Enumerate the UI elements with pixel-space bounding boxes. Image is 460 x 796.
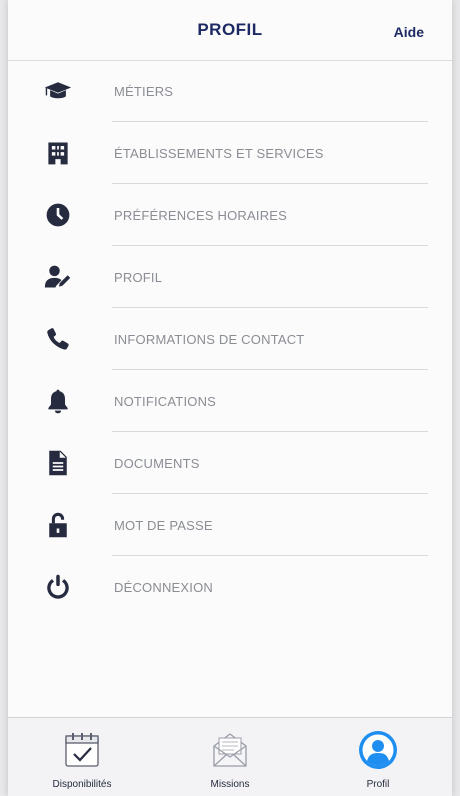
unlock-icon: [38, 505, 78, 545]
menu-item-label: MÉTIERS: [114, 83, 174, 99]
tab-label: Profil: [366, 779, 390, 790]
phone-screen: PROFIL Aide MÉTIERS ÉTABLISSEMENTS ET SE…: [8, 0, 452, 796]
menu-item-informations-contact[interactable]: INFORMATIONS DE CONTACT: [8, 308, 452, 370]
document-icon: [38, 443, 78, 483]
bottom-tab-bar: Disponibilités Missions Profil: [8, 717, 452, 796]
menu-item-profil[interactable]: PROFIL: [8, 246, 452, 308]
menu-item-notifications[interactable]: NOTIFICATIONS: [8, 370, 452, 432]
tab-disponibilites[interactable]: Disponibilités: [8, 718, 156, 796]
user-edit-icon: [38, 257, 78, 297]
profile-menu: MÉTIERS ÉTABLISSEMENTS ET SERVICES PRÉFÉ…: [8, 60, 452, 618]
calendar-check-icon: [65, 733, 99, 767]
building-icon: [38, 133, 78, 173]
menu-item-label: INFORMATIONS DE CONTACT: [114, 331, 305, 347]
menu-item-label: MOT DE PASSE: [114, 517, 213, 533]
menu-item-metiers[interactable]: MÉTIERS: [8, 60, 452, 122]
tab-label: Missions: [210, 779, 250, 790]
menu-item-label: DÉCONNEXION: [114, 579, 213, 595]
power-icon: [38, 567, 78, 607]
user-circle-icon: [359, 731, 397, 769]
envelope-icon: [213, 733, 247, 767]
menu-item-documents[interactable]: DOCUMENTS: [8, 432, 452, 494]
bell-icon: [38, 381, 78, 421]
menu-item-label: ÉTABLISSEMENTS ET SERVICES: [114, 145, 324, 161]
graduation-cap-icon: [38, 71, 78, 111]
clock-icon: [38, 195, 78, 235]
tab-profil[interactable]: Profil: [304, 718, 452, 796]
menu-item-label: NOTIFICATIONS: [114, 393, 217, 409]
header: PROFIL Aide: [8, 0, 452, 61]
help-link[interactable]: Aide: [394, 24, 424, 40]
tab-label: Disponibilités: [52, 779, 112, 790]
menu-item-label: PRÉFÉRENCES HORAIRES: [114, 207, 288, 223]
page-title: PROFIL: [197, 20, 263, 39]
menu-item-mot-de-passe[interactable]: MOT DE PASSE: [8, 494, 452, 556]
menu-item-deconnexion[interactable]: DÉCONNEXION: [8, 556, 452, 618]
phone-icon: [38, 319, 78, 359]
menu-item-preferences-horaires[interactable]: PRÉFÉRENCES HORAIRES: [8, 184, 452, 246]
tab-missions[interactable]: Missions: [156, 718, 304, 796]
menu-item-label: DOCUMENTS: [114, 455, 200, 471]
menu-item-label: PROFIL: [114, 269, 163, 285]
menu-item-etablissements[interactable]: ÉTABLISSEMENTS ET SERVICES: [8, 122, 452, 184]
